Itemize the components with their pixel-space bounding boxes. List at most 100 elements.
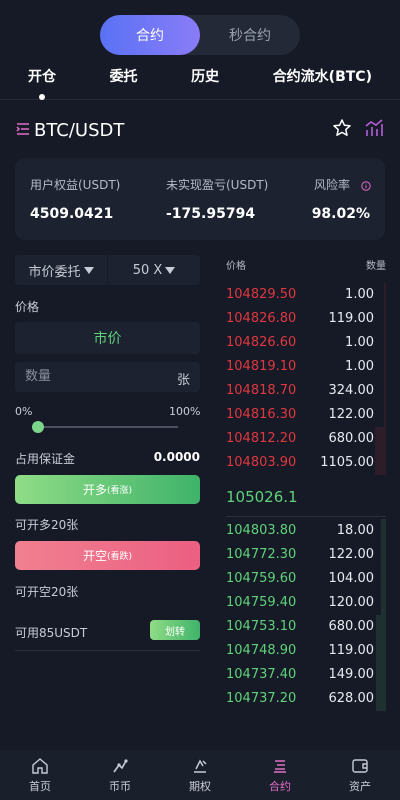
nav-options[interactable]: 期权 <box>160 750 240 800</box>
risk-label: 风险率 <box>314 178 351 192</box>
ask-qty: 1.00 <box>345 287 374 302</box>
mid-price[interactable]: 105026.1 <box>226 488 298 506</box>
ask-price: 104829.50 <box>226 287 297 302</box>
amount-slider-handle[interactable] <box>32 421 44 433</box>
nav-options-label: 期权 <box>189 779 211 793</box>
bid-qty: 104.00 <box>328 571 375 586</box>
divider <box>226 516 386 517</box>
bid-price: 104803.80 <box>226 523 297 538</box>
amount-slider-track[interactable] <box>36 426 178 428</box>
bid-price: 104759.60 <box>226 571 297 586</box>
bid-depth-bar <box>381 591 386 615</box>
nav-assets[interactable]: 资产 <box>320 750 400 800</box>
ask-price: 104818.70 <box>226 383 297 398</box>
tab-open-position[interactable]: 开仓 <box>28 66 56 100</box>
ask-qty: 1105.00 <box>320 455 374 470</box>
margin-label: 占用保证金 <box>15 452 76 466</box>
ask-depth-bar <box>374 427 386 451</box>
ask-row[interactable]: 104826.80 119.00 <box>226 307 386 331</box>
ask-row[interactable]: 104819.10 1.00 <box>226 355 386 379</box>
caret-down-icon <box>165 266 176 274</box>
leverage-dropdown[interactable]: 50 X <box>107 255 200 285</box>
quantity-unit: 张 <box>176 373 190 388</box>
nav-coin-trade[interactable]: 币币 <box>80 750 160 800</box>
bid-row[interactable]: 104803.80 18.00 <box>226 519 386 543</box>
pnl-label: 未实现盈亏(USDT) <box>166 178 269 192</box>
bid-row[interactable]: 104759.60 104.00 <box>226 567 386 591</box>
bid-row[interactable]: 104759.40 120.00 <box>226 591 386 615</box>
tab-history[interactable]: 历史 <box>191 66 219 100</box>
transfer-button[interactable]: 划转 <box>150 620 200 640</box>
wallet-icon <box>352 758 368 773</box>
bid-price: 104737.40 <box>226 667 297 682</box>
bid-price: 104753.10 <box>226 619 297 634</box>
price-label: 价格 <box>15 300 40 314</box>
info-icon[interactable] <box>361 176 371 195</box>
account-summary-card: 用户权益(USDT) 未实现盈亏(USDT) 风险率 4509.0421 -17… <box>15 158 385 240</box>
ask-price: 104816.30 <box>226 407 297 422</box>
ask-row[interactable]: 104829.50 1.00 <box>226 283 386 307</box>
bid-row[interactable]: 104737.20 628.00 <box>226 687 386 711</box>
bid-row[interactable]: 104737.40 149.00 <box>226 663 386 687</box>
ask-depth-bar <box>374 451 386 475</box>
tab-bar: 开仓 委托 历史 合约流水(BTC) <box>0 66 400 100</box>
ask-qty: 680.00 <box>328 431 375 446</box>
bid-qty: 628.00 <box>328 691 375 706</box>
price-field[interactable]: 市价 <box>15 322 200 354</box>
bid-qty: 122.00 <box>328 547 375 562</box>
tab-contract-flow[interactable]: 合约流水(BTC) <box>273 66 372 100</box>
coin-trade-icon <box>113 758 128 772</box>
pair-actions <box>332 118 384 142</box>
bid-depth-bar <box>376 663 386 687</box>
order-book-header: 价格 数量 <box>226 257 386 272</box>
mode-switch: 合约 秒合约 <box>100 15 300 55</box>
star-icon[interactable] <box>332 118 352 142</box>
order-book-qty-header: 数量 <box>366 261 386 272</box>
bid-row[interactable]: 104753.10 680.00 <box>226 615 386 639</box>
ask-row[interactable]: 104826.60 1.00 <box>226 331 386 355</box>
bid-price: 104748.90 <box>226 643 297 658</box>
ask-depth-bar <box>384 331 386 355</box>
ask-depth-bar <box>384 379 386 403</box>
ask-qty: 1.00 <box>345 335 374 350</box>
ask-qty: 1.00 <box>345 359 374 374</box>
bid-price: 104772.30 <box>226 547 297 562</box>
quantity-field[interactable]: 张 <box>15 362 200 392</box>
ask-price: 104826.80 <box>226 311 297 326</box>
pair-name[interactable]: BTC/USDT <box>34 120 124 141</box>
open-long-button[interactable]: 开多 (看涨) <box>15 475 200 504</box>
open-short-label: 开空 <box>82 549 107 563</box>
mode-contract-button[interactable]: 合约 <box>100 15 200 55</box>
nav-home[interactable]: 首页 <box>0 750 80 800</box>
bid-row[interactable]: 104772.30 122.00 <box>226 543 386 567</box>
nav-contract-label: 合约 <box>269 779 291 793</box>
open-short-button[interactable]: 开空 (看跌) <box>15 541 200 570</box>
divider <box>15 650 200 651</box>
ask-qty: 122.00 <box>328 407 375 422</box>
bid-qty: 149.00 <box>328 667 375 682</box>
order-book-price-header: 价格 <box>226 261 246 272</box>
contract-icon <box>274 759 286 773</box>
quantity-input[interactable] <box>25 369 155 384</box>
equity-label: 用户权益(USDT) <box>30 178 121 192</box>
home-icon <box>32 757 48 774</box>
ask-row[interactable]: 104812.20 680.00 <box>226 427 386 451</box>
open-short-sub: (看跌) <box>106 552 133 562</box>
ask-row[interactable]: 104803.90 1105.00 <box>226 451 386 475</box>
nav-contract[interactable]: 合约 <box>240 750 320 800</box>
ask-row[interactable]: 104818.70 324.00 <box>226 379 386 403</box>
caret-down-icon <box>83 266 94 274</box>
chart-icon[interactable] <box>364 118 384 142</box>
ask-row[interactable]: 104816.30 122.00 <box>226 403 386 427</box>
tab-orders[interactable]: 委托 <box>110 66 138 100</box>
menu-indent-icon[interactable] <box>16 121 30 140</box>
pnl-value: -175.95794 <box>166 206 256 222</box>
bid-row[interactable]: 104748.90 119.00 <box>226 639 386 663</box>
mode-seconds-contract-button[interactable]: 秒合约 <box>200 15 300 55</box>
nav-assets-label: 资产 <box>349 779 371 793</box>
ask-depth-bar <box>384 403 386 427</box>
order-type-dropdown[interactable]: 市价委托 <box>15 255 107 285</box>
bid-depth-bar <box>381 519 386 543</box>
pair-header: BTC/USDT <box>16 116 384 144</box>
risk-value: 98.02% <box>311 206 370 222</box>
